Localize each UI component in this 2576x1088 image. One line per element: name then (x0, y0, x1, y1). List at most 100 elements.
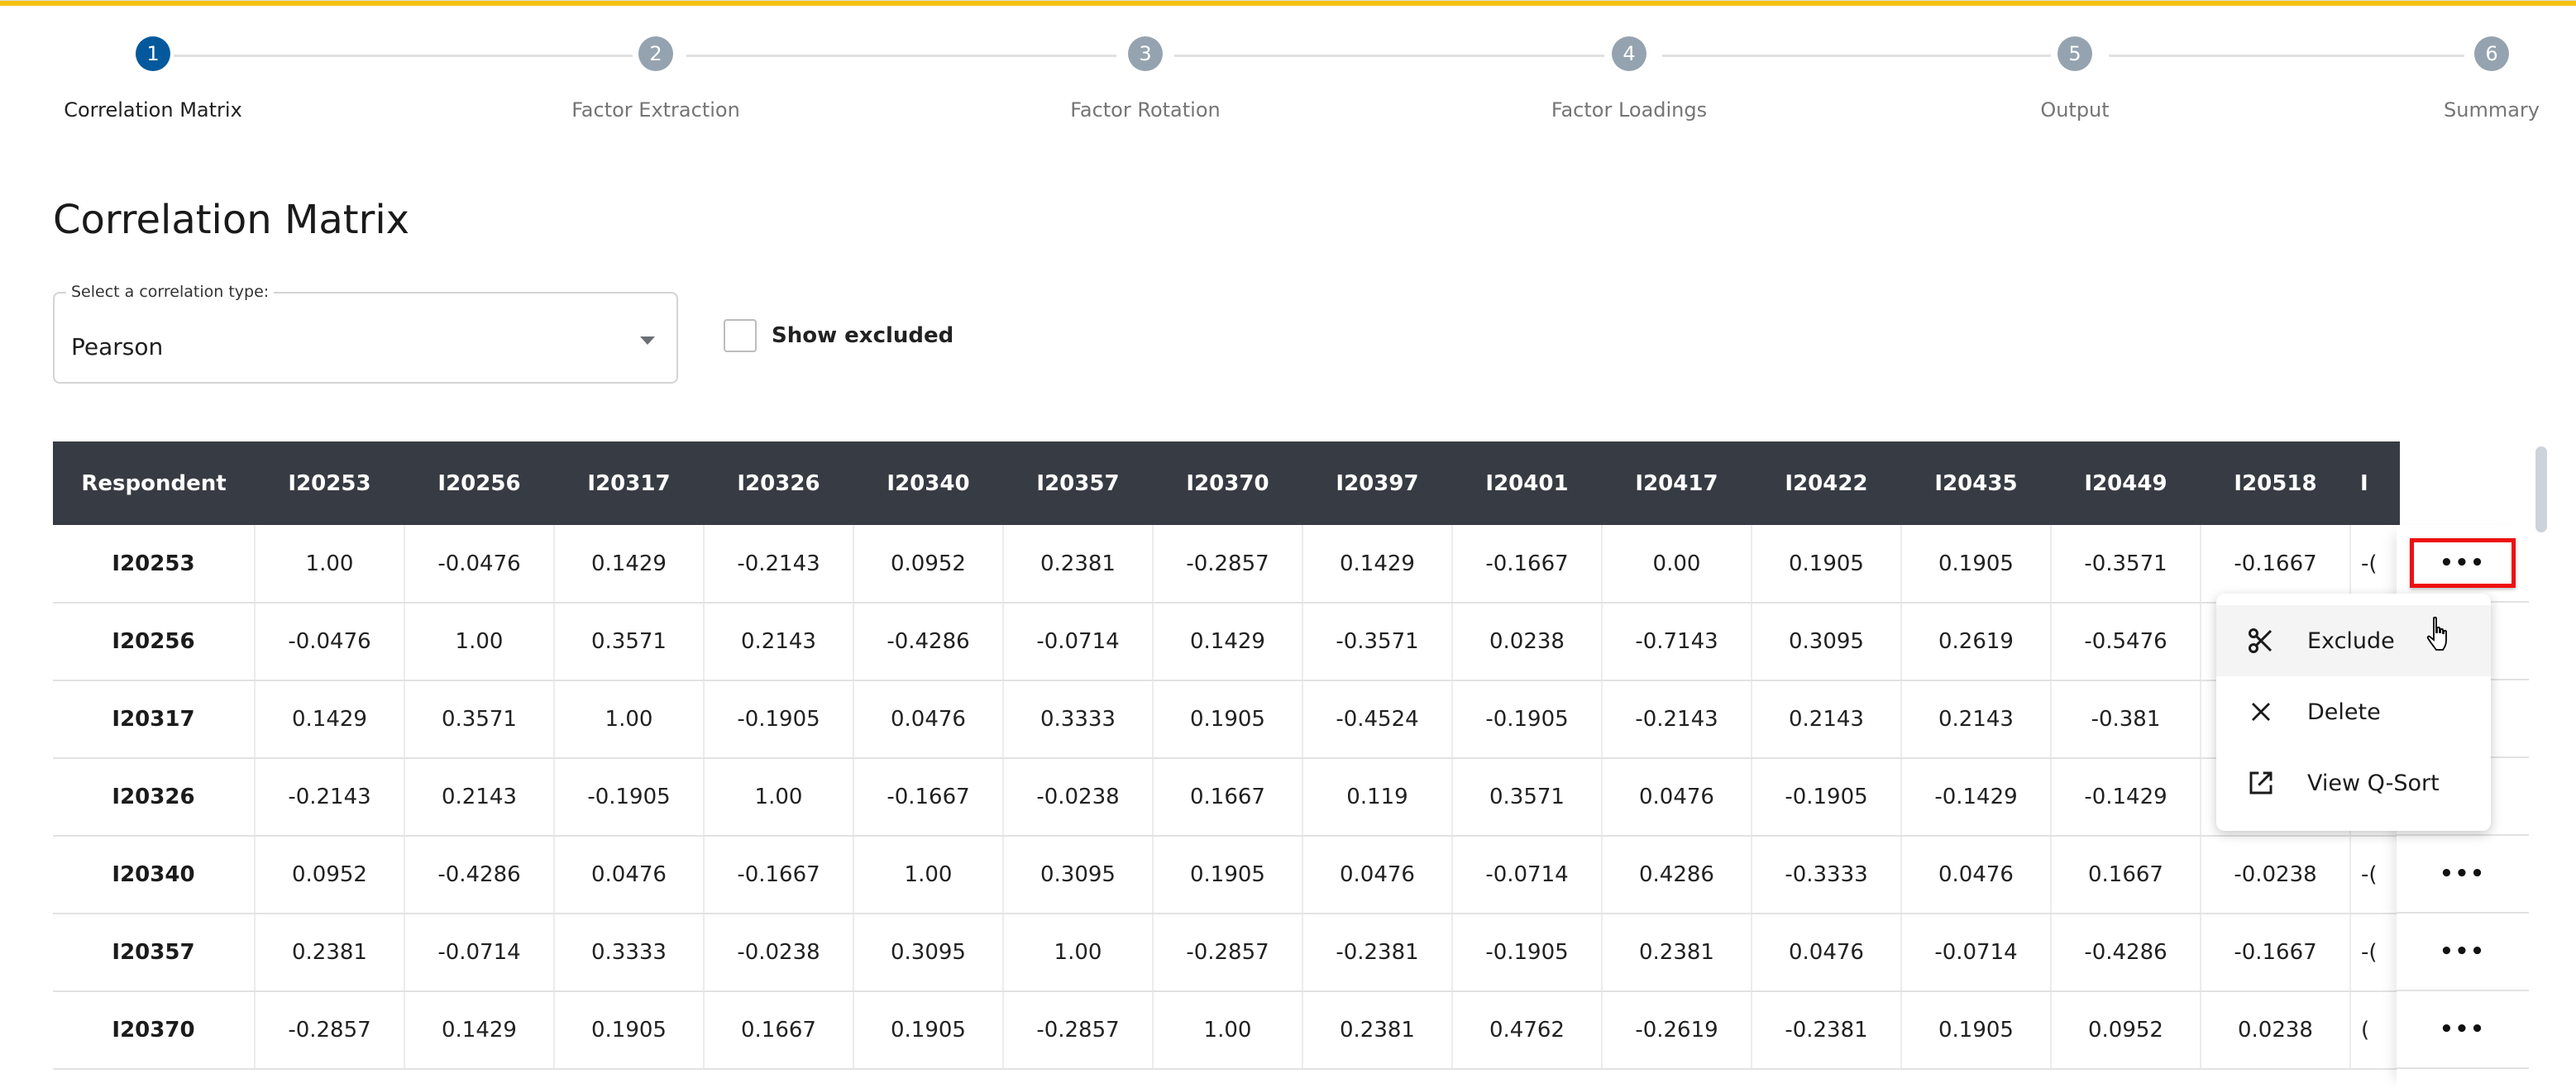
step-label: Summary (2444, 98, 2540, 122)
step-correlation-matrix[interactable]: 1 Correlation Matrix (29, 36, 277, 122)
respondent-cell: I20340 (53, 836, 256, 914)
step-number: 4 (1612, 36, 1646, 71)
more-options-button[interactable]: ••• (2410, 538, 2516, 588)
correlation-cell: -0.0476 (255, 603, 405, 681)
step-label: Factor Extraction (571, 98, 740, 122)
table-scrollbar[interactable] (2535, 446, 2547, 532)
menu-item-delete[interactable]: Delete (2216, 676, 2491, 747)
step-number: 1 (136, 36, 170, 71)
row-action-cell: ••• (2397, 991, 2529, 1069)
correlation-cell: -0.1429 (1901, 758, 2052, 837)
column-header[interactable]: I20253 (255, 441, 404, 525)
table-row: I20253 1.00 -0.0476 0.1429 -0.2143 0.0952 0.23… (53, 525, 2401, 604)
correlation-cell: -0.1905 (1452, 680, 1603, 759)
correlation-cell: -0.7143 (1602, 603, 1752, 681)
step-summary[interactable]: 6 Summary (2368, 36, 2576, 122)
correlation-cell: 0.0238 (1452, 603, 1603, 681)
column-header[interactable]: I20370 (1153, 441, 1302, 525)
correlation-cell: 0.3095 (1003, 836, 1154, 914)
show-excluded-toggle[interactable]: Show excluded (724, 319, 953, 352)
hand-cursor-icon (2426, 616, 2447, 651)
more-options-button[interactable]: ••• (2410, 849, 2516, 899)
column-header[interactable]: I20518 (2201, 441, 2350, 525)
step-factor-extraction[interactable]: 2 Factor Extraction (532, 36, 780, 122)
respondent-cell: I20357 (53, 914, 256, 992)
correlation-cell: 0.119 (1302, 758, 1453, 837)
correlation-cell: 0.0476 (1901, 836, 2052, 914)
column-header-respondent[interactable]: Respondent (53, 441, 255, 525)
row-action-cell: ••• (2397, 836, 2529, 914)
correlation-type-select[interactable]: Select a correlation type: Pearson (53, 283, 678, 384)
correlation-cell: 0.1905 (853, 991, 1004, 1070)
correlation-cell: 0.2143 (1901, 680, 2052, 759)
column-header[interactable]: I20357 (1003, 441, 1153, 525)
step-number: 3 (1128, 36, 1163, 71)
column-header[interactable]: I20401 (1452, 441, 1602, 525)
correlation-cell: 0.1429 (404, 991, 555, 1070)
correlation-cell: -0.4524 (1302, 680, 1453, 759)
correlation-cell: 0.0952 (255, 836, 405, 914)
correlation-cell: 0.1667 (2051, 836, 2201, 914)
more-options-button[interactable]: ••• (2410, 927, 2516, 976)
column-header[interactable]: I20435 (1901, 441, 2051, 525)
correlation-cell: -0.0714 (1901, 914, 2052, 992)
step-number: 6 (2474, 36, 2509, 71)
column-header[interactable]: I20422 (1752, 441, 1901, 525)
step-output[interactable]: 5 Output (1951, 36, 2199, 122)
correlation-cell: 0.2381 (1302, 991, 1453, 1070)
step-number: 2 (638, 36, 673, 71)
table-row: I20357 0.2381 -0.0714 0.3333 -0.0238 0.3095 1.… (53, 914, 2401, 992)
correlation-cell: -0.2619 (1602, 991, 1752, 1070)
column-header[interactable]: I20326 (704, 441, 853, 525)
correlation-cell: 0.3095 (1752, 603, 1902, 681)
correlation-cell: -0.2857 (1153, 914, 1303, 992)
correlation-cell: -0.4286 (853, 603, 1004, 681)
show-excluded-checkbox[interactable] (724, 319, 757, 352)
correlation-cell: -0.1905 (1452, 914, 1603, 992)
column-header[interactable]: I20256 (404, 441, 554, 525)
correlation-cell: 0.2143 (404, 758, 555, 837)
column-header[interactable]: I20317 (554, 441, 704, 525)
correlation-table: Respondent I20253 I20256 I20317 I20326 I2034… (53, 441, 2401, 1070)
column-header[interactable]: I20397 (1302, 441, 1452, 525)
correlation-cell: -0.2381 (1302, 914, 1453, 992)
correlation-cell: 1.00 (1153, 991, 1303, 1070)
correlation-cell: 1.00 (704, 758, 854, 837)
correlation-cell: 0.0952 (853, 525, 1004, 604)
correlation-cell: 0.1429 (255, 680, 405, 759)
step-factor-loadings[interactable]: 4 Factor Loadings (1505, 36, 1753, 122)
menu-item-view-q-sort[interactable]: View Q-Sort (2216, 747, 2491, 818)
correlation-cell-partial: -( (2350, 836, 2401, 914)
correlation-cell: 0.1429 (554, 525, 705, 604)
open-in-new-icon (2244, 766, 2277, 799)
correlation-cell: -0.2143 (1602, 680, 1752, 759)
correlation-cell: -0.2143 (704, 525, 854, 604)
wizard-stepper: 1 Correlation Matrix 2 Factor Extraction… (0, 0, 2576, 132)
correlation-cell: 0.1905 (554, 991, 705, 1070)
correlation-cell: 0.2381 (1003, 525, 1154, 604)
more-options-button[interactable]: ••• (2410, 1004, 2516, 1054)
caret-down-icon (640, 336, 655, 345)
table-row: I20326 -0.2143 0.2143 -0.1905 1.00 -0.1667 -0.… (53, 758, 2401, 837)
correlation-cell: -0.3571 (2051, 525, 2201, 604)
column-header[interactable]: I20417 (1602, 441, 1752, 525)
correlation-cell: -0.0238 (704, 914, 854, 992)
correlation-cell: -0.1905 (554, 758, 705, 837)
correlation-cell: 0.0476 (1752, 914, 1902, 992)
correlation-cell: -0.1667 (2201, 525, 2351, 604)
column-header-partial[interactable]: I (2350, 441, 2400, 525)
correlation-cell: 0.1905 (1153, 836, 1303, 914)
column-header[interactable]: I20340 (853, 441, 1003, 525)
correlation-cell: 0.2143 (704, 603, 854, 681)
step-label: Factor Loadings (1551, 98, 1708, 122)
correlation-cell: -0.1667 (704, 836, 854, 914)
correlation-cell: 0.3571 (404, 680, 555, 759)
correlation-cell: -0.381 (2051, 680, 2201, 759)
correlation-cell: 0.3571 (554, 603, 705, 681)
correlation-cell: 0.0476 (853, 680, 1004, 759)
correlation-cell: -0.4286 (404, 836, 555, 914)
correlation-cell: 0.1429 (1302, 525, 1453, 604)
column-header[interactable]: I20449 (2051, 441, 2201, 525)
respondent-cell: I20370 (53, 991, 256, 1070)
step-factor-rotation[interactable]: 3 Factor Rotation (1021, 36, 1269, 122)
